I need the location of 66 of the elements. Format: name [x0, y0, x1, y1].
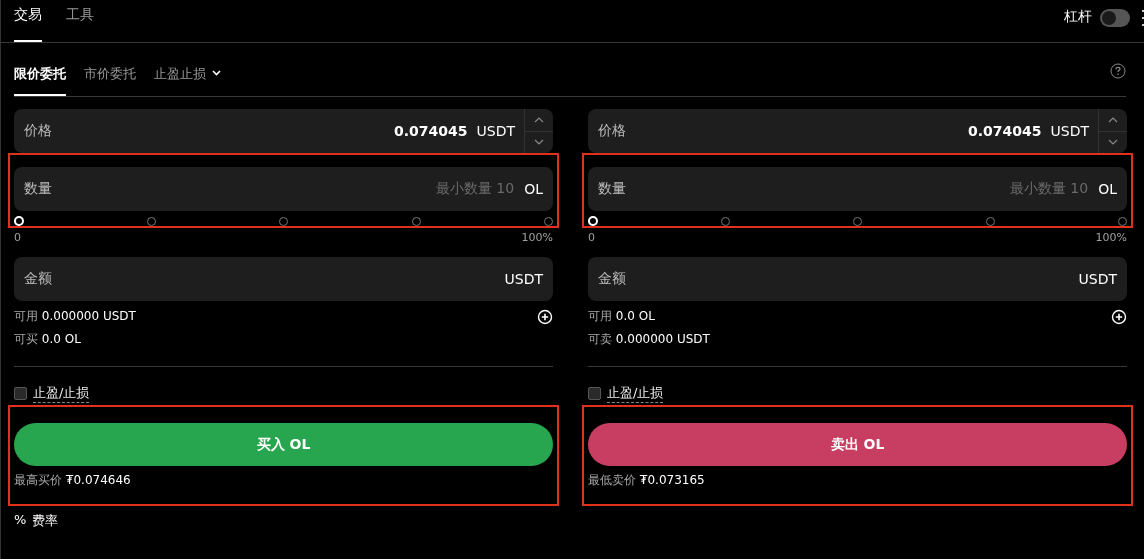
field-label: 价格 [24, 122, 53, 140]
slider-mark [146, 216, 156, 226]
slider-track[interactable] [14, 216, 553, 226]
field-label: 数量 [598, 180, 627, 198]
slider-min-label: 0 [14, 231, 21, 244]
fee-rate-link[interactable]: 费率 [32, 512, 59, 530]
chevron-down-icon [534, 139, 544, 146]
slider-max-label: 100% [1095, 231, 1127, 244]
price-field[interactable]: 价格 0.074045 USDT [14, 109, 553, 153]
checkbox[interactable] [588, 387, 601, 400]
tab[interactable]: 工具 [66, 0, 94, 42]
chevron-down-icon [212, 70, 221, 76]
slider-mark [985, 216, 995, 226]
best-price-text: 最高买价 ₮0.074646 [14, 473, 131, 487]
balance-text: 可卖 0.000000 USDT [588, 331, 710, 348]
placeholder-text: 最小数量 10 [1009, 180, 1089, 198]
chevron-up-icon [534, 116, 544, 123]
amount-field[interactable]: 金额 USDT [14, 257, 553, 301]
order-type-tab[interactable]: 限价委托 [14, 63, 66, 96]
field-label: 金额 [598, 270, 627, 288]
amount-field[interactable]: 金额 USDT [588, 257, 1127, 301]
slider-mark [544, 216, 553, 226]
add-funds-icon[interactable] [537, 308, 553, 325]
balance-text: 可用 0.000000 USDT [14, 308, 136, 325]
add-funds-icon[interactable] [1111, 308, 1127, 325]
best-price-text: 最低卖价 ₮0.073165 [588, 473, 705, 487]
balance-text: 可买 0.0 OL [14, 331, 81, 348]
slider-thumb[interactable] [588, 216, 598, 226]
price-field[interactable]: 价格 0.074045 USDT [588, 109, 1127, 153]
quantity-field[interactable]: 数量 最小数量 10 OL [588, 167, 1127, 211]
slider-thumb[interactable] [14, 216, 24, 226]
slider-mark [279, 216, 288, 226]
field-label: 数量 [24, 180, 53, 198]
price-value: 0.074045 [968, 123, 1042, 139]
quantity-field[interactable]: 数量 最小数量 10 OL [14, 167, 553, 211]
slider-mark [411, 216, 421, 226]
field-label: 金额 [24, 270, 53, 288]
sell-button[interactable]: 卖出 OL [588, 423, 1127, 466]
slider-track[interactable] [588, 216, 1127, 226]
leverage-label: 杠杆 [1064, 8, 1092, 26]
unit-label: OL [524, 181, 543, 197]
order-type-tab[interactable]: 市价委托 [84, 63, 136, 96]
unit-label: OL [1098, 181, 1117, 197]
slider-mark [720, 216, 730, 226]
price-value: 0.074045 [394, 123, 468, 139]
slider-max-label: 100% [521, 231, 553, 244]
leverage-toggle[interactable] [1100, 9, 1130, 27]
slider-min-label: 0 [588, 231, 595, 244]
order-type-tab[interactable]: 止盈止损 [154, 63, 221, 96]
unit-label: USDT [504, 271, 543, 287]
placeholder-text: 最小数量 10 [435, 180, 515, 198]
unit-label: USDT [476, 123, 515, 139]
checkbox-label: 止盈/止损 [607, 384, 664, 403]
chevron-down-icon [1108, 139, 1118, 146]
unit-label: USDT [1078, 271, 1117, 287]
balance-text: 可用 0.0 OL [588, 308, 655, 325]
chevron-up-icon [1108, 116, 1118, 123]
field-label: 价格 [598, 122, 627, 140]
tab[interactable]: 交易 [14, 0, 42, 42]
slider-mark [1118, 216, 1127, 226]
unit-label: USDT [1050, 123, 1089, 139]
slider-mark [853, 216, 862, 226]
checkbox-label: 止盈/止损 [33, 384, 90, 403]
help-icon[interactable] [1110, 63, 1126, 79]
percent-symbol: % [14, 512, 27, 529]
checkbox[interactable] [14, 387, 27, 400]
